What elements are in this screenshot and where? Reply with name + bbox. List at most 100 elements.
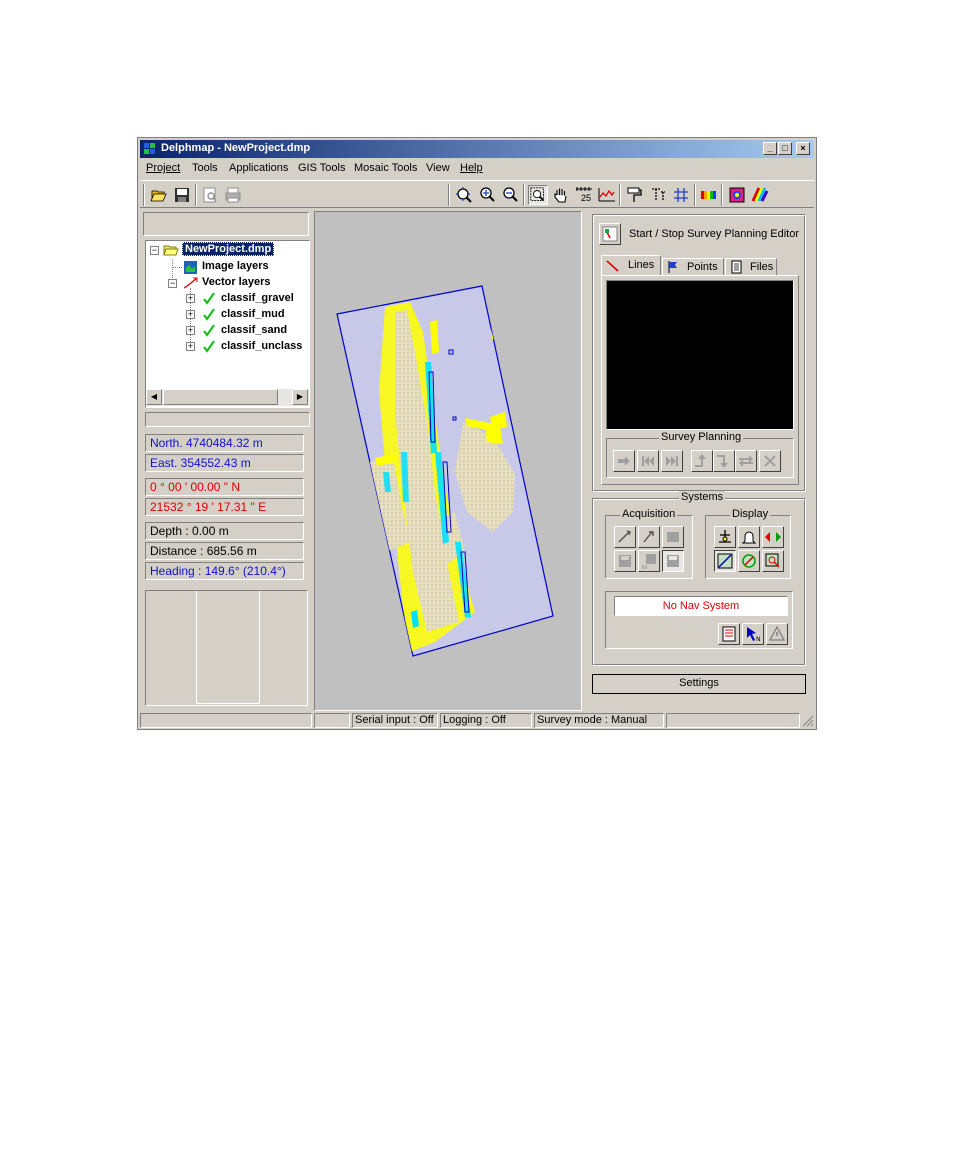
nav-pointer-button[interactable]: N <box>742 623 764 645</box>
acq-profile-button[interactable] <box>638 526 660 548</box>
display-track-button[interactable] <box>714 550 736 572</box>
expand-layer-toggle[interactable]: + <box>186 342 195 351</box>
menu-project[interactable]: Project <box>146 162 180 174</box>
maximize-button[interactable]: □ <box>778 142 792 155</box>
next-line-button[interactable] <box>613 450 635 472</box>
layer-tree-content: − NewProject.dmp Image layers − Vector l… <box>146 241 309 389</box>
survey-editor-toggle-button[interactable] <box>599 223 621 245</box>
color-palette-icon[interactable] <box>699 185 719 205</box>
menu-applications[interactable]: Applications <box>229 162 288 174</box>
tab-lines-label: Lines <box>628 259 655 271</box>
scroll-right-button[interactable]: ▶ <box>292 389 308 405</box>
overview-map[interactable] <box>145 590 308 706</box>
display-group: Display <box>705 508 791 579</box>
map-view[interactable] <box>314 211 582 711</box>
scroll-thumb[interactable] <box>163 389 278 405</box>
acq-sonar-button[interactable] <box>614 526 636 548</box>
tab-content-panel: Survey Planning <box>601 275 799 485</box>
coverage-icon <box>742 554 756 568</box>
survey-map[interactable] <box>315 212 581 710</box>
menu-help[interactable]: Help <box>460 162 483 174</box>
status-bar: Serial input : Off Logging : Off Survey … <box>140 712 814 729</box>
open-folder-icon[interactable] <box>149 185 169 205</box>
survey-lines-list[interactable] <box>606 280 794 430</box>
reverse-line-button[interactable] <box>735 450 757 472</box>
minimize-button[interactable]: _ <box>763 142 777 155</box>
menu-mosaic-tools[interactable]: Mosaic Tools <box>354 162 417 174</box>
close-icon <box>764 455 776 467</box>
collapse-root-toggle[interactable]: − <box>150 246 159 255</box>
tree-layer-item[interactable]: classif_gravel <box>221 292 294 304</box>
zoom-out-icon[interactable] <box>500 185 520 205</box>
tree-layer-item[interactable]: classif_mud <box>221 308 285 320</box>
menu-tools[interactable]: Tools <box>192 162 218 174</box>
bell-icon <box>741 531 757 544</box>
resize-grip-icon[interactable] <box>802 715 814 727</box>
status-survey-mode: Survey mode : Manual <box>534 713 664 728</box>
grid-icon[interactable] <box>671 185 691 205</box>
rainbow-palette-icon[interactable] <box>750 185 770 205</box>
nav-warning-button[interactable] <box>766 623 788 645</box>
acq-save-button[interactable] <box>614 550 636 572</box>
expand-layer-toggle[interactable]: + <box>186 326 195 335</box>
save-icon[interactable] <box>172 185 192 205</box>
text-tool-icon[interactable] <box>648 185 668 205</box>
delete-line-button[interactable] <box>759 450 781 472</box>
expand-layer-toggle[interactable]: + <box>186 294 195 303</box>
paint-roller-icon[interactable] <box>625 185 645 205</box>
main-window: Delphmap - NewProject.dmp _ □ × Project … <box>137 137 817 730</box>
acq-recorder-button[interactable] <box>662 526 684 548</box>
display-zoom-track-button[interactable] <box>762 550 784 572</box>
display-swap-button[interactable] <box>762 526 784 548</box>
zoom-in-icon[interactable] <box>477 185 497 205</box>
mosaic-icon[interactable] <box>727 185 747 205</box>
layer-tree[interactable]: − NewProject.dmp Image layers − Vector l… <box>145 240 310 408</box>
display-coverage-button[interactable] <box>738 550 760 572</box>
tree-vector-layers[interactable]: Vector layers <box>202 276 271 288</box>
settings-button[interactable]: Settings <box>592 674 806 694</box>
toolbar-separator <box>721 184 723 206</box>
expand-layer-toggle[interactable]: + <box>186 310 195 319</box>
pan-hand-icon[interactable] <box>551 185 571 205</box>
collapse-vector-toggle[interactable]: − <box>168 279 177 288</box>
tree-layer-item[interactable]: classif_sand <box>221 324 287 336</box>
tree-status-field <box>145 412 310 427</box>
turn-up-button[interactable] <box>691 450 713 472</box>
zoom-extent-icon[interactable] <box>454 185 474 205</box>
tab-lines[interactable]: Lines <box>601 255 661 276</box>
nav-log-button[interactable] <box>718 623 740 645</box>
first-line-button[interactable] <box>637 450 659 472</box>
print-preview-icon[interactable] <box>200 185 220 205</box>
survey-planning-group-label: Survey Planning <box>659 431 744 443</box>
menu-view[interactable]: View <box>426 162 450 174</box>
tree-image-layers[interactable]: Image layers <box>202 260 269 272</box>
tree-horizontal-scrollbar[interactable]: ◀ ▶ <box>146 389 309 406</box>
acq-save-pause-button[interactable] <box>638 550 660 572</box>
measure-distance-button[interactable]: 25 <box>574 185 594 205</box>
log-list-icon <box>722 626 736 642</box>
last-line-button[interactable] <box>661 450 683 472</box>
turn-down-button[interactable] <box>713 450 735 472</box>
survey-editor-icon <box>602 226 618 242</box>
zoom-window-icon[interactable] <box>528 185 548 205</box>
acquisition-label: Acquisition <box>620 508 678 520</box>
zoom-map-icon <box>765 553 780 568</box>
tab-files[interactable]: Files <box>725 258 777 276</box>
scroll-left-button[interactable]: ◀ <box>146 389 162 405</box>
title-bar[interactable]: Delphmap - NewProject.dmp _ □ × <box>140 140 814 158</box>
svg-text:N: N <box>756 636 761 643</box>
tree-layer-item[interactable]: classif_unclass <box>221 340 302 352</box>
skip-forward-icon <box>666 456 678 466</box>
close-button[interactable]: × <box>796 142 810 155</box>
print-icon[interactable] <box>223 185 243 205</box>
acq-save-stop-button[interactable] <box>662 550 684 572</box>
tab-points[interactable]: Points <box>662 258 724 276</box>
left-panel: − NewProject.dmp Image layers − Vector l… <box>140 210 312 712</box>
display-depth-button[interactable] <box>714 526 736 548</box>
toolbar-separator <box>523 184 525 206</box>
profile-chart-icon[interactable] <box>597 185 617 205</box>
display-alarm-button[interactable] <box>738 526 760 548</box>
menu-gis-tools[interactable]: GIS Tools <box>298 162 346 174</box>
heading-readout: Heading : 149.6° (210.4°) <box>145 562 304 580</box>
tree-root-project[interactable]: NewProject.dmp <box>182 242 275 256</box>
